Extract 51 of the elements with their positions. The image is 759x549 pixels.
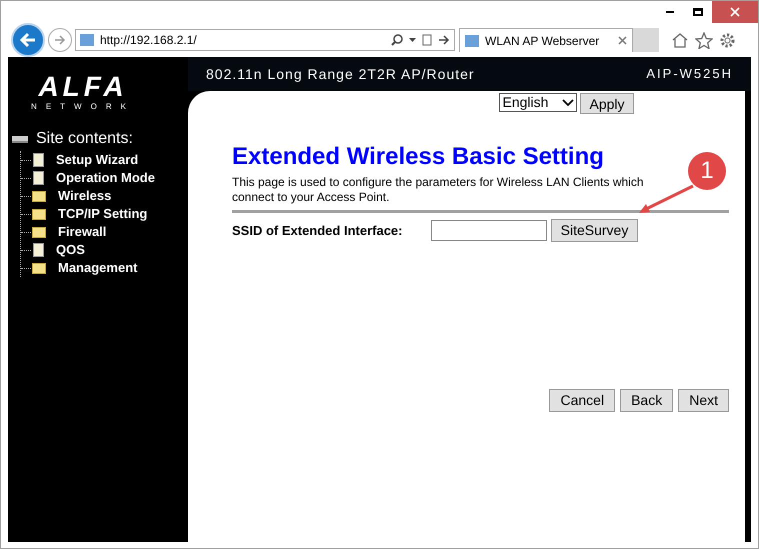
model-name: AIP-W525H	[646, 65, 733, 84]
forward-button[interactable]	[48, 28, 72, 52]
description-line: This page is used to configure the parameters for Wireless LAN Clients which	[232, 175, 644, 190]
site-icon	[465, 34, 479, 46]
page-icon	[33, 243, 44, 257]
close-icon[interactable]	[618, 36, 627, 45]
go-arrow-icon	[438, 35, 450, 45]
caret-icon	[409, 38, 416, 42]
nav-button[interactable]: Next	[678, 389, 729, 412]
ssid-input-field[interactable]	[431, 220, 547, 241]
nav-button[interactable]: Back	[620, 389, 674, 412]
browser-tab[interactable]: WLAN AP Webserver	[459, 28, 633, 52]
arrow-left-icon	[19, 32, 37, 48]
page-icon	[33, 171, 44, 185]
back-button[interactable]	[11, 23, 45, 57]
caret-icon	[562, 99, 574, 106]
apply-button[interactable]: Apply	[580, 93, 634, 114]
search-icon	[391, 34, 403, 46]
sidebar-item[interactable]: QOS	[56, 240, 85, 260]
close-button[interactable]	[712, 1, 758, 23]
logo-text: ALFA	[38, 73, 128, 101]
site-survey-button[interactable]: SiteSurvey	[551, 219, 638, 242]
sidebar-item[interactable]: Wireless	[58, 186, 112, 206]
sidebar-item[interactable]: Setup Wizard	[56, 150, 138, 170]
banner-tagline: 802.11n Long Range 2T2R AP/Router	[206, 64, 475, 84]
page-icon	[33, 153, 44, 167]
folder-icon	[32, 226, 46, 238]
settings-icon[interactable]	[719, 32, 736, 48]
description-line: connect to your Access Point.	[232, 190, 390, 205]
folder-icon	[32, 208, 46, 220]
page-title: Extended Wireless Basic Setting	[232, 143, 604, 171]
tab-title: WLAN AP Webserver	[485, 32, 600, 50]
address-bar[interactable]: http://192.168.2.1/	[75, 29, 455, 51]
folder-icon	[32, 262, 46, 274]
star-icon[interactable]	[695, 32, 713, 48]
sidebar-title: Site contents:	[36, 129, 133, 149]
sidebar-item[interactable]: Firewall	[58, 222, 106, 242]
sidebar-item[interactable]: Management	[58, 258, 138, 278]
folder-icon	[32, 190, 46, 202]
site-icon	[80, 34, 94, 46]
field-label: SSID of Extended Interface:	[232, 222, 404, 240]
server-icon	[12, 136, 28, 142]
arrow-right-icon	[54, 35, 66, 45]
sidebar-item[interactable]: TCP/IP Setting	[58, 204, 148, 224]
logo-subtext: NETWORK	[31, 103, 135, 111]
sidebar-item[interactable]: Operation Mode	[56, 168, 155, 188]
language-select[interactable]: English	[499, 93, 578, 112]
close-icon	[730, 7, 740, 17]
home-icon[interactable]	[671, 32, 689, 48]
url-text: http://192.168.2.1/	[100, 32, 198, 49]
nav-button[interactable]: Cancel	[549, 389, 616, 412]
